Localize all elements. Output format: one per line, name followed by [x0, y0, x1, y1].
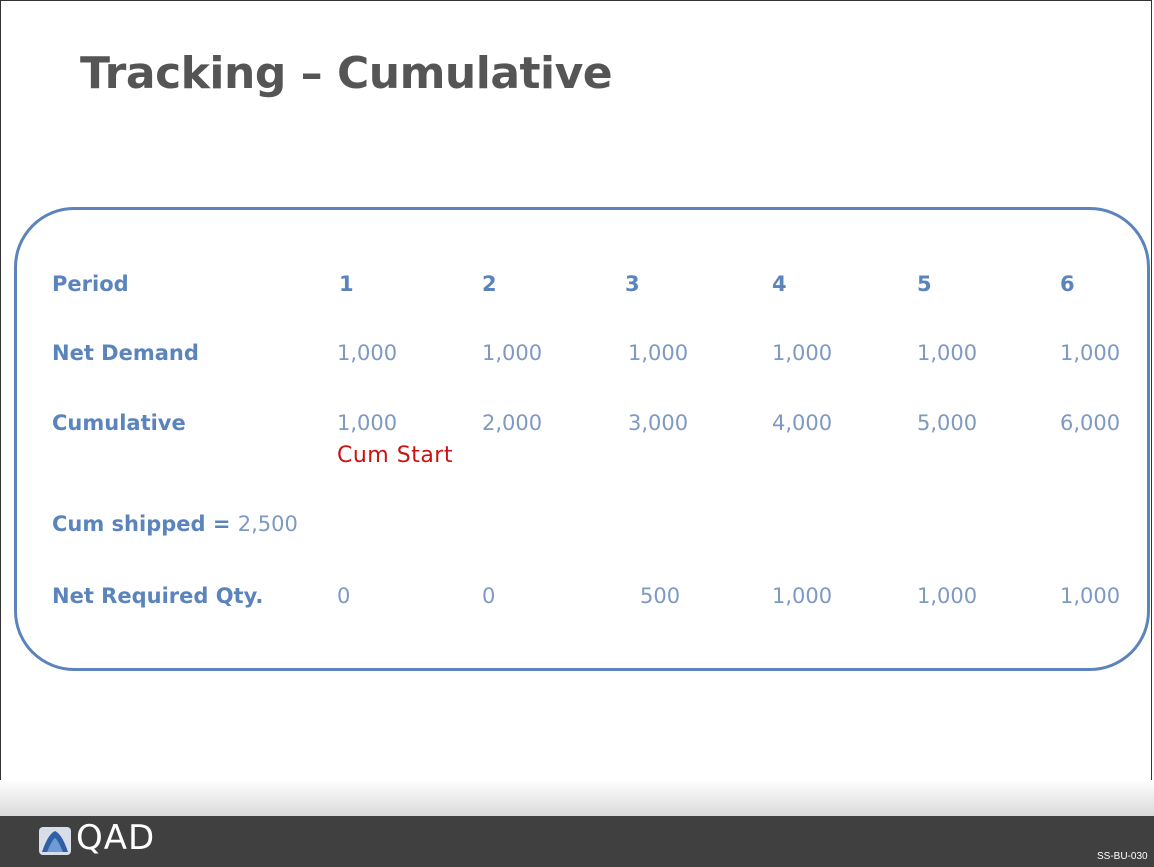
- qad-logo-text: QAD: [76, 818, 156, 858]
- period-cell: 5: [917, 272, 932, 296]
- slide-code: SS-BU-030: [1097, 851, 1148, 862]
- cumulative-cell: 1,000: [337, 411, 398, 435]
- cum-shipped-label: Cum shipped: [52, 512, 206, 536]
- cum-shipped-equals: =: [205, 512, 238, 536]
- cumulative-cell: 5,000: [917, 411, 978, 435]
- period-cell: 2: [482, 272, 497, 296]
- cumulative-cell: 2,000: [482, 411, 543, 435]
- net-demand-cell: 1,000: [917, 341, 978, 365]
- slide-title: Tracking – Cumulative: [80, 48, 613, 99]
- net-demand-cell: 1,000: [337, 341, 398, 365]
- row-label-net-required-qty: Net Required Qty.: [52, 584, 264, 608]
- period-cell: 4: [772, 272, 787, 296]
- period-cell: 3: [625, 272, 640, 296]
- row-label-net-demand: Net Demand: [52, 341, 199, 365]
- cum-shipped-value: 2,500: [237, 512, 298, 536]
- cumulative-cell: 6,000: [1060, 411, 1121, 435]
- net-demand-cell: 1,000: [1060, 341, 1121, 365]
- period-cell: 1: [339, 272, 354, 296]
- net-required-cell: 1,000: [1060, 584, 1121, 608]
- footer-gradient: [0, 780, 1154, 816]
- cum-start-note: Cum Start: [337, 443, 453, 468]
- net-required-cell: 1,000: [917, 584, 978, 608]
- net-required-cell: 500: [640, 584, 681, 608]
- qad-logo-icon: [39, 827, 71, 855]
- row-label-cumulative: Cumulative: [52, 411, 186, 435]
- cumulative-cell: 4,000: [772, 411, 833, 435]
- net-demand-cell: 1,000: [628, 341, 689, 365]
- cum-shipped-line: Cum shipped = 2,500: [52, 512, 298, 536]
- row-label-period: Period: [52, 272, 129, 296]
- net-required-cell: 1,000: [772, 584, 833, 608]
- footer-bar: [0, 816, 1154, 867]
- period-cell: 6: [1060, 272, 1075, 296]
- cumulative-cell: 3,000: [628, 411, 689, 435]
- net-required-cell: 0: [482, 584, 496, 608]
- net-required-cell: 0: [337, 584, 351, 608]
- net-demand-cell: 1,000: [772, 341, 833, 365]
- net-demand-cell: 1,000: [482, 341, 543, 365]
